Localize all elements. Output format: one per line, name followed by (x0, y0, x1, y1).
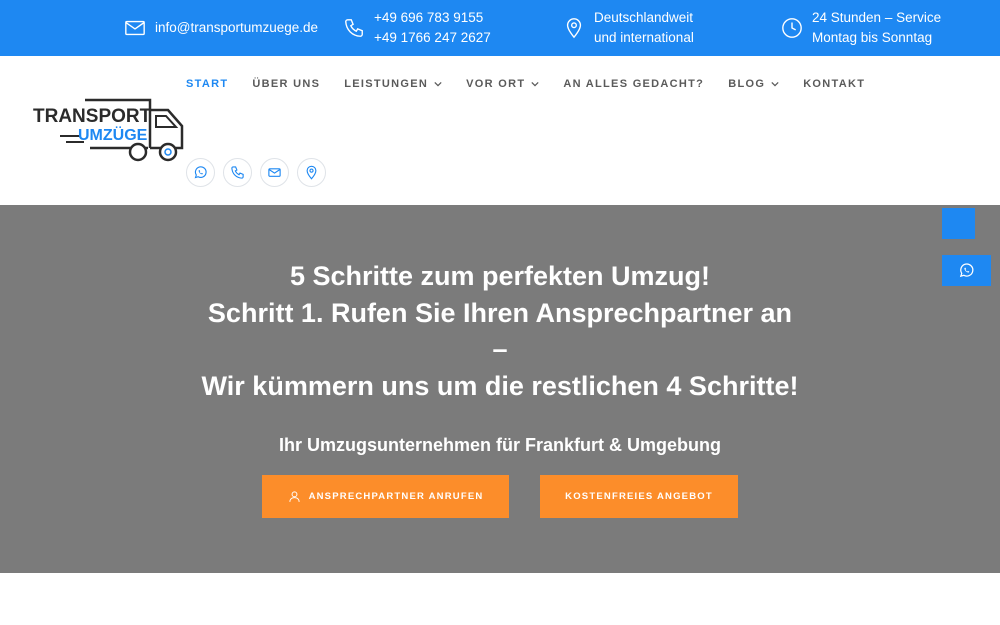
topbar-location-text: Deutschlandweit und international (594, 8, 694, 48)
topbar-phone[interactable]: +49 696 783 9155 +49 1766 247 2627 (343, 0, 491, 56)
chevron-down-icon (531, 81, 539, 87)
hero-title-line: – (492, 334, 508, 364)
location-button[interactable] (297, 158, 326, 187)
mail-icon (268, 168, 281, 177)
nav-label: ÜBER UNS (252, 78, 321, 90)
nav-item-vor-ort[interactable]: VOR ORT (466, 78, 539, 90)
phone-number-2[interactable]: +49 1766 247 2627 (374, 28, 491, 48)
clock-icon (781, 17, 803, 39)
nav-label: VOR ORT (466, 78, 526, 90)
hours-line-1: 24 Stunden – Service (812, 10, 942, 25)
logo-text-transport: TRANSPORT (33, 106, 152, 127)
whatsapp-icon (959, 263, 974, 278)
call-contact-button[interactable]: ANSPRECHPARTNER ANRUFEN (262, 475, 509, 518)
free-offer-button-label: KOSTENFREIES ANGEBOT (565, 491, 713, 502)
nav-item-kontakt[interactable]: KONTAKT (803, 78, 865, 90)
nav-item-an-alles-gedacht[interactable]: AN ALLES GEDACHT? (563, 78, 704, 90)
call-contact-button-label: ANSPRECHPARTNER ANRUFEN (308, 491, 484, 502)
nav-label: START (186, 78, 229, 90)
social-icons (186, 158, 326, 187)
whatsapp-button[interactable] (186, 158, 215, 187)
topbar-email-text[interactable]: info@transportumzuege.de (155, 18, 318, 38)
phone-number-1[interactable]: +49 696 783 9155 (374, 8, 491, 28)
hero-subtitle: Ihr Umzugsunternehmen für Frankfurt & Um… (278, 435, 721, 455)
site-logo[interactable]: TRANSPORT UMZÜGE (30, 98, 190, 164)
chevron-down-icon (771, 81, 779, 87)
location-pin-icon (563, 17, 585, 39)
mail-icon (124, 17, 146, 39)
hero-title: 5 Schritte zum perfekten Umzug! Schritt … (0, 258, 1000, 404)
nav-label: LEISTUNGEN (344, 78, 429, 90)
whatsapp-icon (194, 166, 207, 179)
nav-label: KONTAKT (803, 78, 866, 90)
logo-text-umzuege: UMZÜGE (78, 125, 148, 144)
hours-line-2: Montag bis Sonntag (812, 30, 933, 45)
top-contact-bar: info@transportumzuege.de +49 696 783 915… (0, 0, 1000, 56)
user-icon (288, 491, 300, 502)
phone-icon (231, 166, 244, 179)
hero-title-line: Schritt 1. Rufen Sie Ihren Ansprechpartn… (207, 297, 793, 328)
nav-item-ueber-uns[interactable]: ÜBER UNS (252, 78, 320, 90)
location-line-2: und international (594, 30, 694, 45)
phone-button[interactable] (223, 158, 252, 187)
topbar-email[interactable]: info@transportumzuege.de (124, 0, 318, 56)
location-line-1: Deutschlandweit (594, 10, 694, 25)
site-header: TRANSPORT UMZÜGE START ÜBER UNS LEISTUNG… (0, 56, 1000, 205)
chevron-down-icon (434, 81, 442, 87)
topbar-hours-text: 24 Stunden – Service Montag bis Sonntag (812, 8, 941, 48)
topbar-location: Deutschlandweit und international (563, 0, 694, 56)
free-offer-button[interactable]: KOSTENFREIES ANGEBOT (540, 475, 738, 518)
mail-button[interactable] (260, 158, 289, 187)
nav-item-leistungen[interactable]: LEISTUNGEN (344, 78, 442, 90)
nav-label: AN ALLES GEDACHT? (563, 78, 705, 90)
floating-blue-button[interactable] (942, 208, 975, 239)
phone-icon (343, 17, 365, 39)
main-navigation: START ÜBER UNS LEISTUNGEN VOR ORT AN ALL… (186, 78, 889, 90)
hero-title-line: 5 Schritte zum perfekten Umzug! (289, 261, 711, 291)
floating-whatsapp-button[interactable] (942, 255, 991, 286)
content-area (0, 573, 1000, 625)
nav-label: BLOG (728, 78, 766, 90)
nav-item-blog[interactable]: BLOG (728, 78, 779, 90)
topbar-hours: 24 Stunden – Service Montag bis Sonntag (781, 0, 941, 56)
topbar-phone-text[interactable]: +49 696 783 9155 +49 1766 247 2627 (374, 8, 491, 48)
nav-item-start[interactable]: START (186, 78, 228, 90)
location-pin-icon (306, 165, 317, 180)
hero-section: 5 Schritte zum perfekten Umzug! Schritt … (0, 205, 1000, 573)
hero-title-line: Wir kümmern uns um die restlichen 4 Schr… (201, 370, 799, 401)
